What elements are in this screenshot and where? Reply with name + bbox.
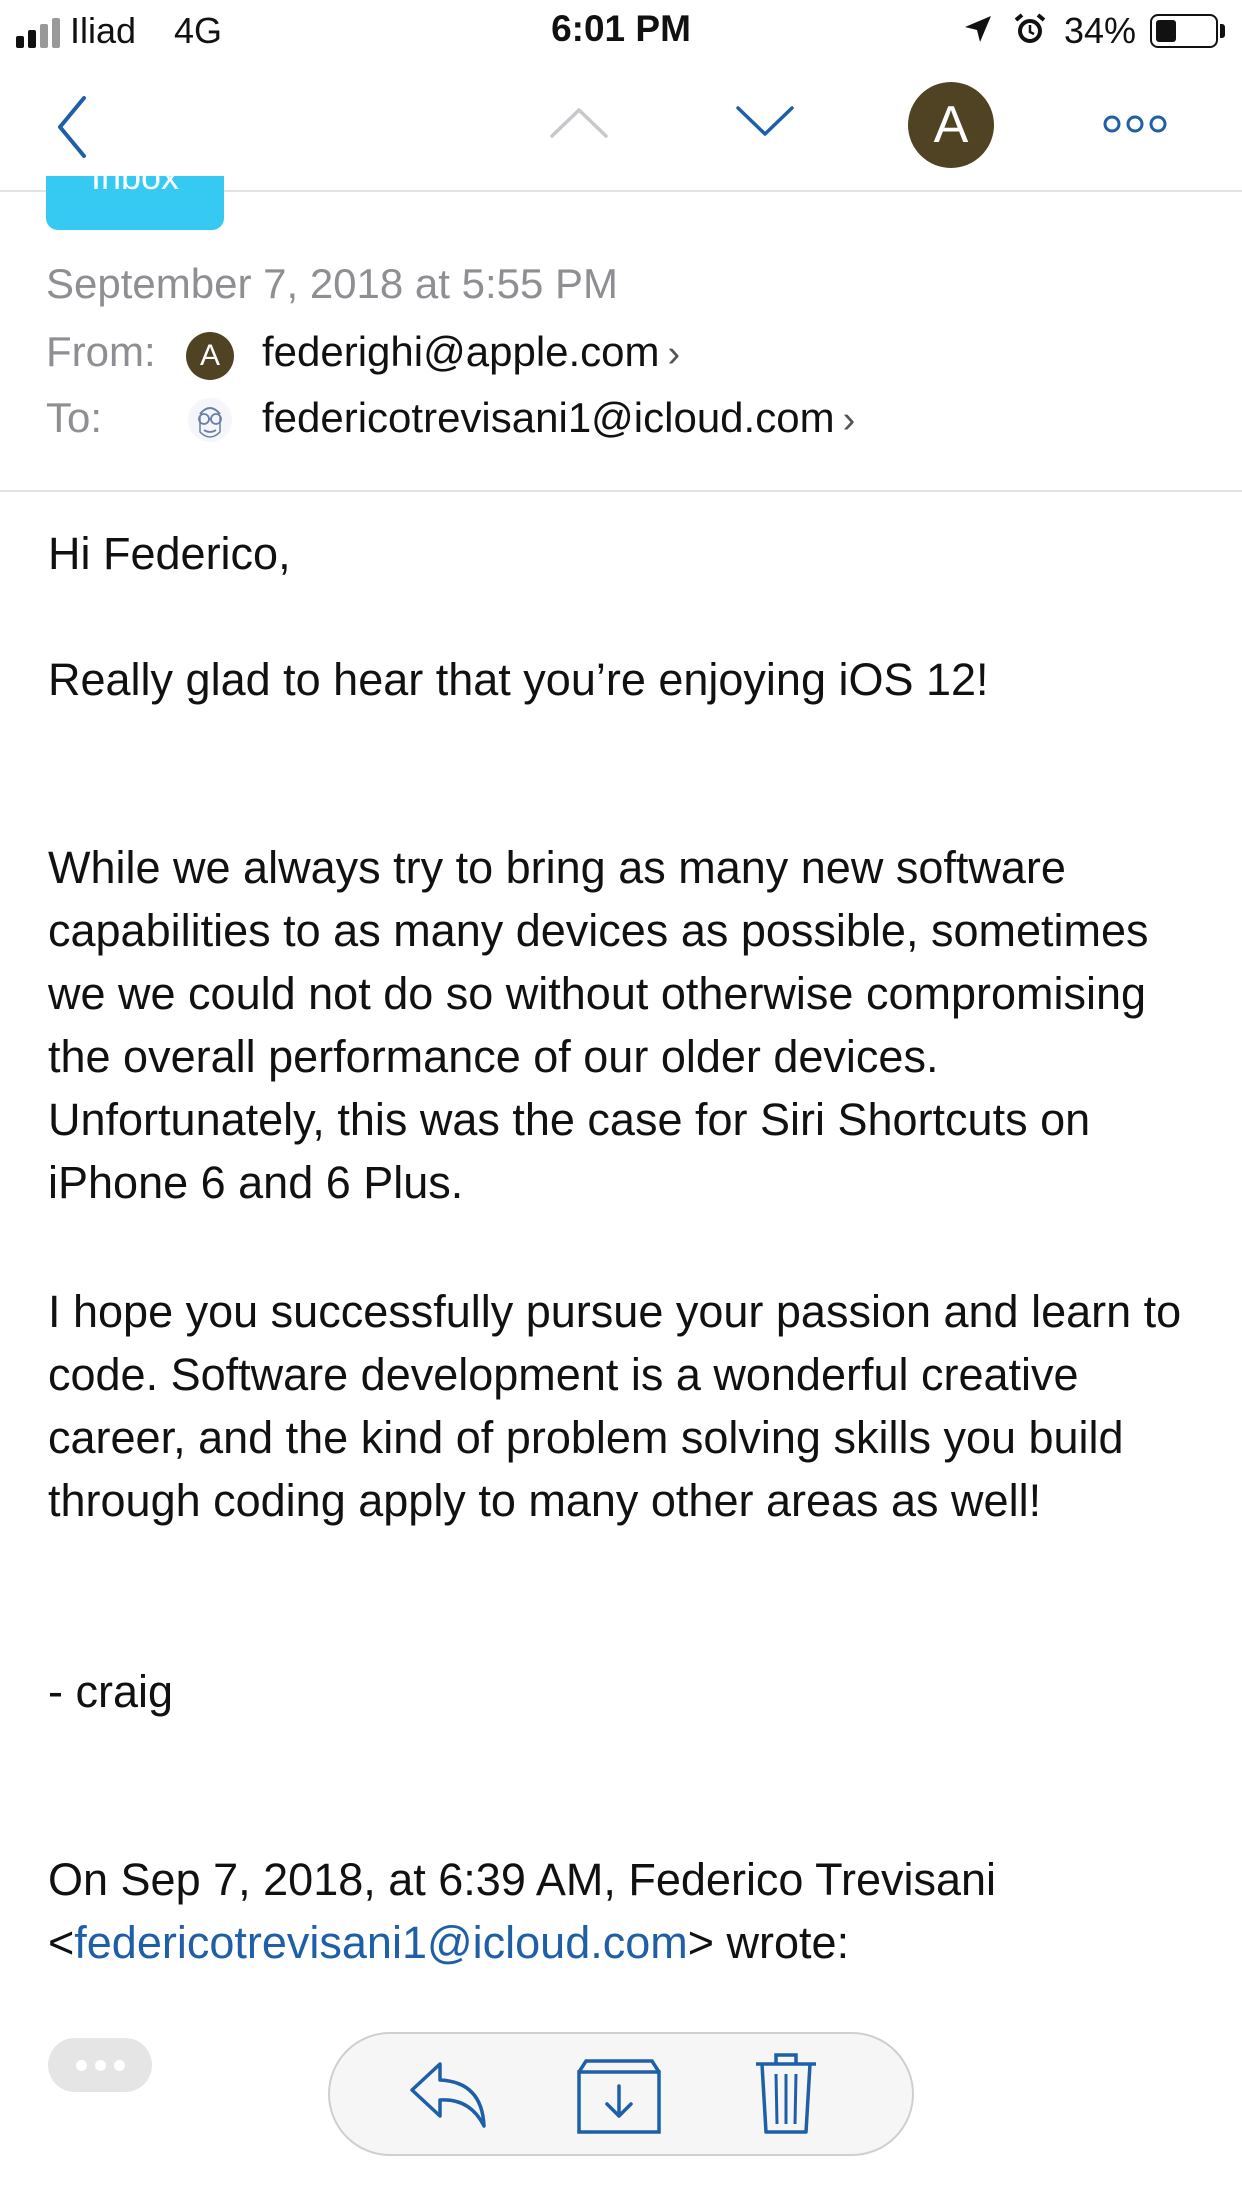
- sender-avatar: A: [186, 332, 234, 380]
- reply-icon[interactable]: [406, 2056, 490, 2132]
- location-icon: [965, 16, 991, 42]
- ellipsis-dot: [113, 2059, 125, 2071]
- body-paragraph: While we always try to bring as many new…: [48, 842, 1149, 1208]
- account-avatar[interactable]: A: [908, 82, 994, 168]
- archive-icon[interactable]: [576, 2058, 662, 2134]
- alarm-icon: [1014, 13, 1046, 43]
- recipient-avatar: [188, 398, 232, 442]
- battery-tip: [1220, 24, 1225, 38]
- quote-header: On Sep 7, 2018, at 6:39 AM, Federico Tre…: [48, 1848, 1218, 1974]
- mailbox-tag-label: Inbox: [90, 176, 180, 197]
- status-time: 6:01 PM: [551, 8, 691, 49]
- nav-bar: A: [0, 62, 1242, 192]
- from-label: From:: [46, 328, 156, 375]
- quote-lt: <: [48, 1917, 75, 1968]
- back-chevron-icon[interactable]: [52, 92, 92, 162]
- battery-icon: [1150, 14, 1218, 48]
- sender-address[interactable]: federighi@apple.com ›: [262, 328, 680, 376]
- mailbox-tag[interactable]: Inbox: [46, 176, 224, 230]
- show-quoted-button[interactable]: [48, 2038, 152, 2092]
- body-line: Really glad to hear that you’re enjoying…: [48, 654, 989, 705]
- more-icon[interactable]: [1102, 112, 1168, 136]
- down-chevron-icon[interactable]: [734, 102, 796, 140]
- to-label: To:: [46, 394, 103, 441]
- quote-end: > wrote:: [687, 1917, 850, 1968]
- trash-icon[interactable]: [754, 2050, 818, 2136]
- body-paragraph: I hope you successfully pursue your pass…: [48, 1286, 1182, 1526]
- body-signature: - craig: [48, 1666, 174, 1717]
- up-chevron-icon[interactable]: [548, 106, 610, 140]
- header-divider: [0, 490, 1242, 492]
- ellipsis-icon: [75, 2059, 87, 2071]
- chevron-right-icon: ›: [667, 333, 681, 375]
- chevron-right-icon: ›: [842, 399, 856, 441]
- quote-intro: On Sep 7, 2018, at 6:39 AM, Federico Tre…: [48, 1854, 997, 1905]
- quote-email-link[interactable]: federicotrevisani1@icloud.com: [74, 1917, 687, 1968]
- action-bar: [328, 2032, 914, 2156]
- ellipsis-dot: [94, 2059, 106, 2071]
- battery-percentage: 34%: [1064, 10, 1137, 51]
- recipient-address-text: federicotrevisani1@icloud.com: [262, 394, 835, 441]
- status-bar: Iliad 4G 6:01 PM 34%: [0, 0, 1242, 62]
- sender-address-text: federighi@apple.com: [262, 328, 660, 375]
- body-greeting: Hi Federico,: [48, 528, 291, 579]
- recipient-address[interactable]: federicotrevisani1@icloud.com ›: [262, 394, 855, 442]
- message-date: September 7, 2018 at 5:55 PM: [46, 260, 619, 307]
